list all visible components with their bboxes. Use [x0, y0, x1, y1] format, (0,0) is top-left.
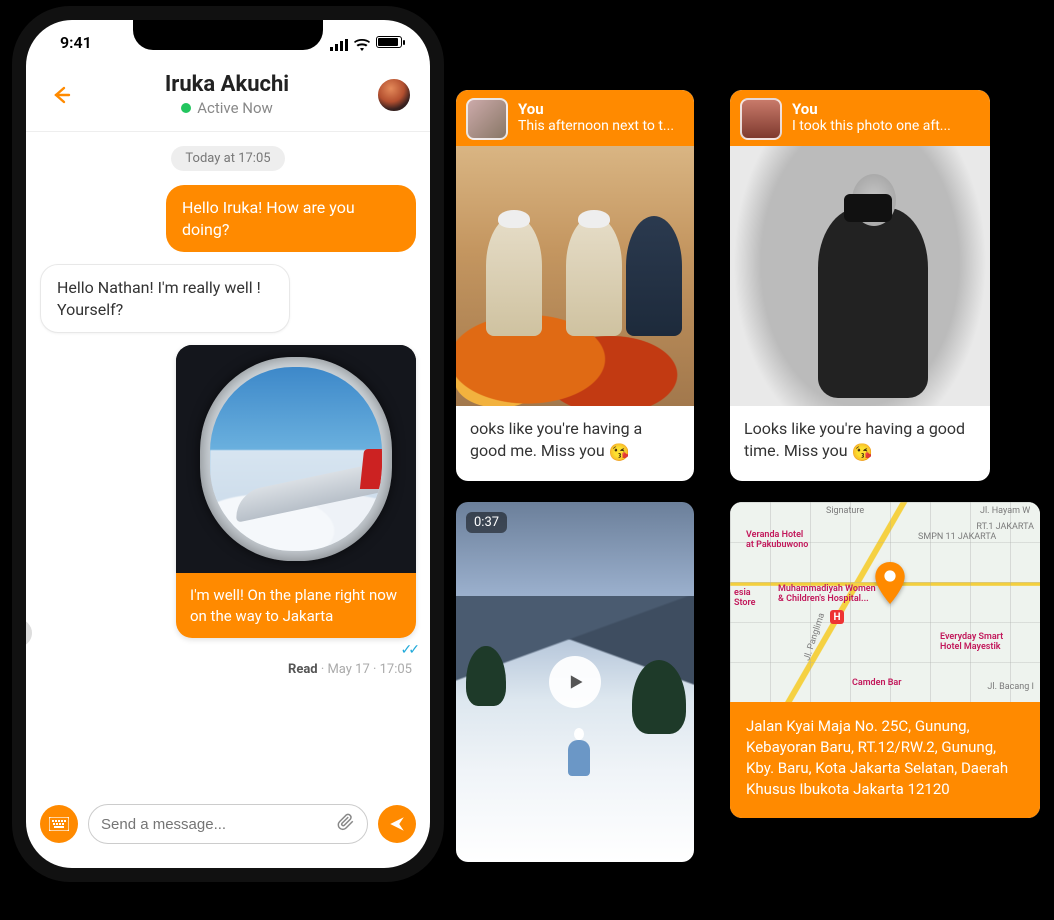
map-poi: Veranda Hotel at Pakubuwono: [746, 530, 808, 550]
portrait-photo: [730, 146, 990, 406]
date-separator: Today at 17:05: [171, 146, 284, 171]
read-receipt: Read · May 17 · 17:05: [40, 662, 412, 677]
card-header: You This afternoon next to t...: [456, 90, 694, 146]
image-caption: I'm well! On the plane right now on the …: [176, 573, 416, 638]
keyboard-button[interactable]: [40, 805, 78, 843]
status-time: 9:41: [60, 33, 92, 52]
map-label: Jl. Bacang I: [987, 682, 1034, 692]
send-button[interactable]: [378, 805, 416, 843]
map-poi: Muhammadiyah Women & Children's Hospital…: [778, 584, 876, 604]
phone-frame: 9:41: [12, 6, 444, 882]
message-outgoing[interactable]: Hello Iruka! How are you doing?: [166, 185, 416, 252]
card-thumbnail: [466, 98, 508, 140]
card-caption: ooks like you're having a good me. Miss …: [456, 406, 694, 481]
map-poi: esia Store: [734, 588, 756, 608]
video-thumbnail: 0:37: [456, 502, 694, 862]
messages-list[interactable]: Today at 17:05 Hello Iruka! How are you …: [26, 132, 430, 792]
cellular-signal-icon: [330, 36, 348, 48]
notch: [133, 20, 323, 50]
play-button[interactable]: [549, 656, 601, 708]
wifi-icon: [354, 36, 370, 48]
status-indicators: [330, 36, 402, 48]
phone-screen: 9:41: [26, 20, 430, 868]
composer-bar: [26, 792, 430, 868]
map-label: Jl. Panglima: [802, 612, 827, 662]
sender-label: You: [792, 100, 978, 118]
market-photo: [456, 146, 694, 406]
photo-card-market[interactable]: You This afternoon next to t... ooks lik…: [456, 90, 694, 481]
map-poi: Everyday Smart Hotel Mayestik: [940, 632, 1003, 652]
attachment-icon[interactable]: [337, 812, 355, 836]
video-card[interactable]: 0:37: [456, 502, 694, 862]
online-status: Active Now: [86, 99, 368, 117]
message-input-wrap[interactable]: [88, 804, 368, 844]
message-preview: I took this photo one aft...: [792, 118, 978, 134]
camera-icon: [844, 194, 892, 222]
back-button[interactable]: [44, 78, 78, 112]
map-label: Jl. Hayam W: [980, 506, 1030, 516]
message-preview: This afternoon next to t...: [518, 118, 682, 134]
map-label: RT.1 JAKARTA: [976, 522, 1034, 532]
contact-name: Iruka Akuchi: [86, 72, 368, 97]
sender-label: You: [518, 100, 682, 118]
battery-icon: [376, 36, 402, 48]
map-poi: Camden Bar: [852, 678, 902, 688]
photo-card-portrait[interactable]: You I took this photo one aft... Looks l…: [730, 90, 990, 481]
location-address: Jalan Kyai Maja No. 25C, Gunung, Kebayor…: [730, 702, 1040, 818]
card-thumbnail: [740, 98, 782, 140]
card-header: You I took this photo one aft...: [730, 90, 990, 146]
chat-header: Iruka Akuchi Active Now: [26, 64, 430, 132]
status-text: Active Now: [197, 99, 273, 117]
location-card[interactable]: Signature Jl. Hayam W Veranda Hotel at P…: [730, 502, 1040, 818]
kiss-emoji-icon: 😘: [609, 443, 630, 463]
hospital-icon: H: [830, 610, 844, 624]
reply-icon[interactable]: [26, 619, 32, 647]
message-incoming[interactable]: Hello Nathan! I'm really well ! Yourself…: [40, 264, 290, 333]
plane-window-image: [176, 345, 416, 573]
map-label: Signature: [826, 506, 864, 516]
map-thumbnail: Signature Jl. Hayam W Veranda Hotel at P…: [730, 502, 1040, 702]
header-center: Iruka Akuchi Active Now: [86, 72, 368, 117]
kiss-emoji-icon: 😘: [852, 443, 873, 463]
video-duration: 0:37: [466, 512, 507, 533]
map-pin-icon: [873, 562, 907, 608]
online-dot-icon: [181, 103, 191, 113]
read-checks-icon: ✓✓: [401, 642, 416, 658]
map-label: SMPN 11 JAKARTA: [918, 532, 996, 542]
card-caption: Looks like you're having a good time. Mi…: [730, 406, 990, 481]
message-input[interactable]: [101, 816, 329, 833]
image-message[interactable]: I'm well! On the plane right now on the …: [176, 345, 416, 638]
contact-avatar[interactable]: [376, 77, 412, 113]
